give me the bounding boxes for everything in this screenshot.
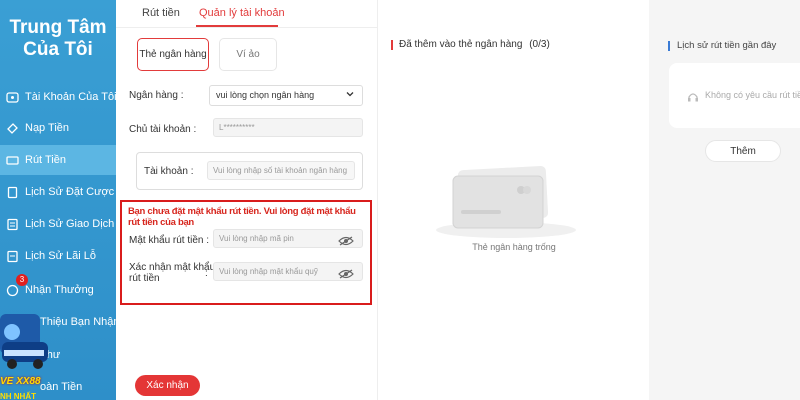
sidebar-item-deposit[interactable]: Nạp Tiền (0, 113, 116, 143)
gift-icon (6, 284, 19, 297)
history-title: Lịch sử rút tiền gần đây (677, 40, 777, 51)
owner-label: Chủ tài khoản : (129, 124, 197, 135)
document-icon (6, 250, 19, 263)
empty-bank-card-illustration (436, 165, 576, 238)
headset-icon (688, 93, 698, 102)
subtab-bank-card[interactable]: Thẻ ngân hàng (137, 38, 209, 71)
account-input[interactable]: Vui lòng nhập số tài khoản ngân hàng (207, 161, 355, 180)
account-label: Tài khoản : (144, 166, 194, 177)
bank-label: Ngân hàng : (129, 90, 184, 101)
bank-list-title-text: Đã thêm vào thẻ ngân hàng (399, 39, 523, 50)
active-tab-indicator (196, 25, 278, 27)
sidebar-item-label: Lịch Sử Lãi Lỗ (25, 250, 96, 262)
history-card: Không có yêu cầu rút tiền (669, 63, 800, 128)
confirm-pin-label: Xác nhận mật khẩu rút tiền (129, 262, 215, 284)
subtab-wallet[interactable]: Ví ảo (219, 38, 277, 71)
sidebar-item-label: Rút Tiền (25, 154, 66, 166)
eye-hidden-icon[interactable] (338, 236, 354, 246)
tabs: Rút tiền Quản lý tài khoản (116, 0, 377, 28)
section-marker (668, 41, 670, 51)
sidebar-item-label: Tài Khoản Của Tôi (25, 91, 116, 103)
sidebar-title: Trung Tâm Của Tôi (0, 0, 116, 84)
tab-manage-account[interactable]: Quản lý tài khoản (199, 7, 285, 19)
clipboard-icon (6, 186, 19, 199)
sidebar-title-line1: Trung Tâm (9, 17, 107, 38)
sidebar-item-withdraw[interactable]: Rút Tiền (0, 145, 116, 175)
bank-list-empty-text: Thẻ ngân hàng trống (472, 242, 556, 252)
password-warning: Bạn chưa đặt mật khẩu rút tiền. Vui lòng… (128, 206, 356, 228)
confirm-pin-label-line2: rút tiền (129, 273, 160, 284)
sidebar-item-my-account[interactable]: Tài Khoản Của Tôi (0, 82, 116, 112)
bank-list-title: Đã thêm vào thẻ ngân hàng (0/3) (399, 39, 550, 50)
history-empty-text: Không có yêu cầu rút tiền (705, 90, 800, 100)
promo-text: VE XX88 (0, 376, 41, 387)
account-icon (6, 91, 19, 104)
sidebar-item-label: Lịch Sử Đặt Cược (25, 186, 115, 198)
bank-list-panel: Đã thêm vào thẻ ngân hàng (0/3) Thẻ ngân… (377, 0, 649, 400)
sidebar-item-label: Lịch Sử Giao Dịch (25, 218, 115, 230)
bank-select[interactable]: vui lòng chọn ngân hàng (209, 85, 363, 106)
confirm-pin-colon: : (205, 268, 208, 279)
bank-select-value: vui lòng chọn ngân hàng (216, 90, 315, 100)
sidebar-item-label: Nạp Tiền (25, 122, 70, 134)
withdraw-history-panel: Lịch sử rút tiền gần đây Không có yêu cầ… (649, 0, 800, 400)
eye-hidden-icon[interactable] (338, 269, 354, 279)
promo-text-secondary: NH NHẤT (0, 392, 36, 400)
sidebar-item-transaction-history[interactable]: Lịch Sử Giao Dịch (0, 209, 116, 239)
sidebar-item-bet-history[interactable]: Lịch Sử Đặt Cược (0, 177, 116, 207)
confirm-pin-label-line1: Xác nhận mật khẩu (129, 262, 216, 273)
section-marker (391, 40, 393, 50)
owner-field: L********** (213, 118, 363, 137)
list-icon (6, 218, 19, 231)
sidebar-title-line2: Của Tôi (23, 39, 93, 60)
sidebar: Trung Tâm Của Tôi Tài Khoản Của Tôi Nạp … (0, 0, 116, 400)
pin-label: Mật khẩu rút tiền : (129, 235, 210, 246)
sidebar-item-label: Nhận Thưởng (25, 284, 94, 296)
add-button[interactable]: Thêm (705, 140, 781, 162)
submit-button[interactable]: Xác nhận (135, 375, 200, 396)
withdraw-icon (6, 154, 19, 167)
deposit-icon (6, 122, 19, 135)
sidebar-item-profit-loss[interactable]: Lịch Sử Lãi Lỗ (0, 241, 116, 271)
main-panel: Rút tiền Quản lý tài khoản Thẻ ngân hàng… (116, 0, 377, 400)
tab-withdraw[interactable]: Rút tiền (142, 7, 180, 19)
bank-list-count: (0/3) (529, 39, 550, 50)
chevron-down-icon (346, 92, 354, 97)
reward-badge: 3 (16, 274, 28, 286)
